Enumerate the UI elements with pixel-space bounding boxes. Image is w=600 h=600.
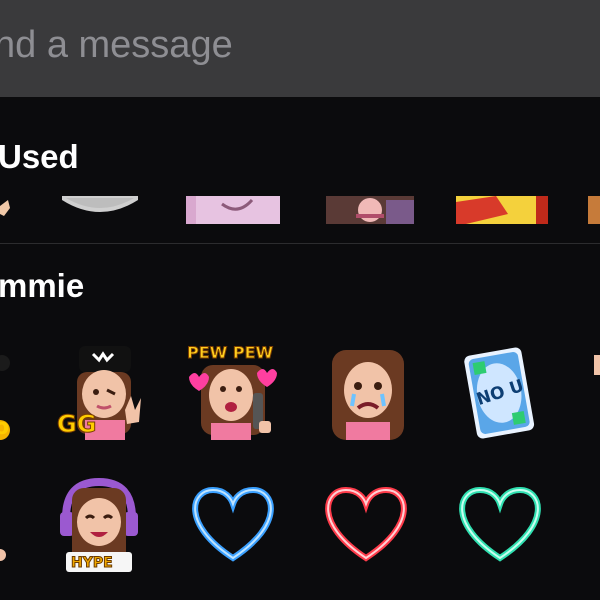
recent-emote-3[interactable] [186, 196, 280, 224]
message-input-placeholder: nd a message [0, 24, 233, 66]
emote-pew-pew-label: PEW PEW [186, 343, 274, 363]
emote-heart-blue[interactable] [187, 484, 279, 566]
recent-emote-1[interactable] [0, 196, 12, 224]
emote-heart-green[interactable] [454, 484, 546, 566]
section-title-recently-used: Used [0, 138, 79, 175]
section-divider [0, 243, 600, 244]
recent-emote-5[interactable] [456, 196, 548, 224]
emote-partial-gg-label: o [0, 415, 10, 440]
message-input[interactable]: nd a message [0, 0, 600, 97]
recent-emote-2[interactable] [62, 196, 138, 224]
recent-emote-6[interactable] [586, 196, 600, 224]
emote-cry[interactable] [328, 348, 408, 440]
emote-heart-red[interactable] [320, 484, 412, 566]
emote-pew-pew[interactable]: PEW PEW [185, 343, 281, 440]
emote-hype[interactable]: HYPE [58, 478, 140, 575]
emote-hype-label: HYPE [71, 555, 114, 572]
emote-no-u-card[interactable]: NO U [460, 345, 538, 440]
emote-gg-label: GG [56, 410, 97, 439]
recent-emote-4[interactable] [326, 196, 414, 224]
section-title-channel-emotes: mmie [0, 267, 85, 304]
emote-partial-right[interactable] [590, 345, 600, 440]
emote-partial-left-2[interactable] [0, 480, 10, 575]
emote-partial-gg[interactable]: o [0, 345, 14, 440]
emote-gg[interactable]: GG [55, 344, 150, 440]
